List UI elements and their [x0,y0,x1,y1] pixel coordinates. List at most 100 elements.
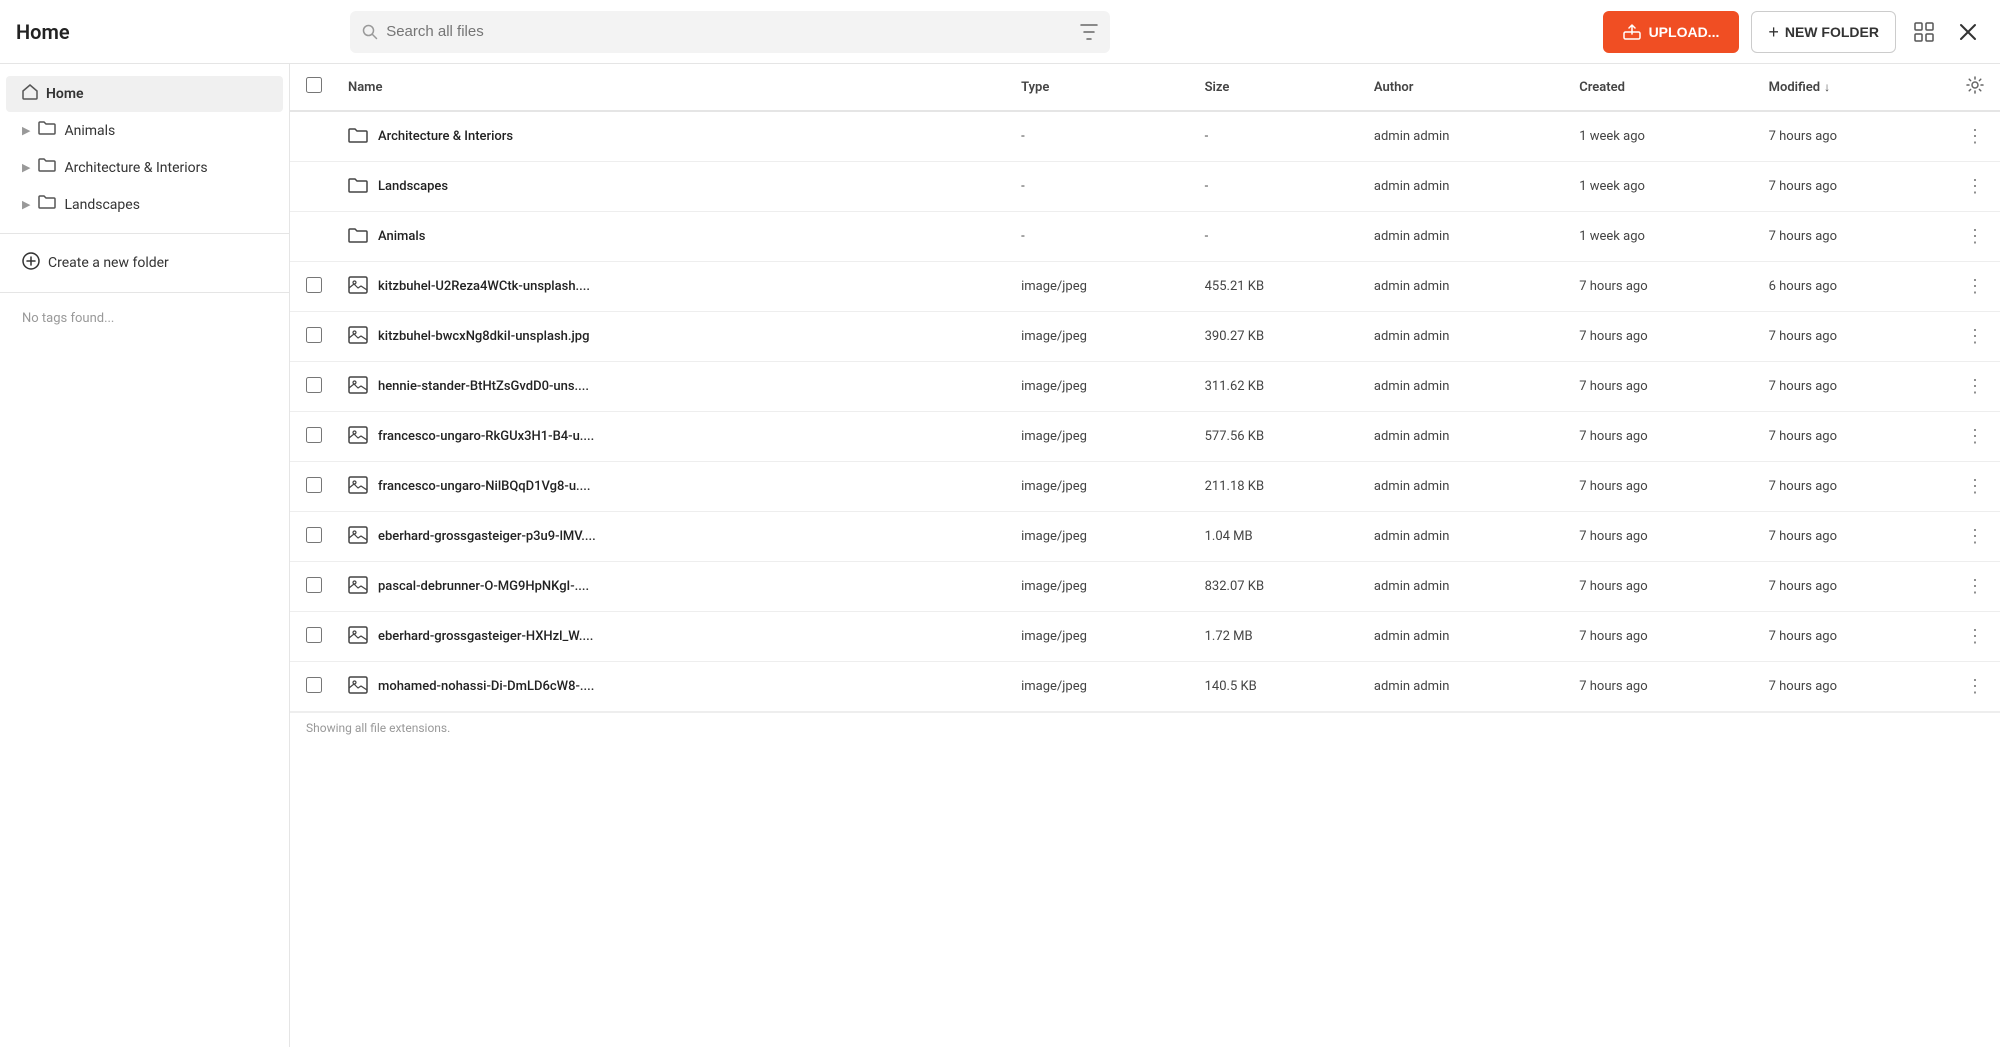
table-row[interactable]: eberhard-grossgasteiger-HXHzl_W.... imag… [290,612,2000,662]
row-name-cell: hennie-stander-BtHtZsGvdD0-uns.... [340,362,1013,412]
table-row[interactable]: francesco-ungaro-RkGUx3H1-B4-u.... image… [290,412,2000,462]
sidebar-item-landscapes[interactable]: ▶ Landscapes [6,186,283,223]
row-checkbox[interactable] [306,377,322,393]
create-folder-button[interactable]: Create a new folder [6,244,283,282]
row-created-cell: 7 hours ago [1571,512,1760,562]
modified-header[interactable]: Modified ↓ [1761,64,1950,111]
row-size-cell: 390.27 KB [1197,312,1366,362]
folder-name: Animals [378,229,425,244]
image-icon [348,326,368,348]
row-created-cell: 7 hours ago [1571,412,1760,462]
more-options-button[interactable]: ⋮ [1958,622,1992,651]
row-type-cell: image/jpeg [1013,612,1197,662]
row-size-cell: 455.21 KB [1197,262,1366,312]
row-created-cell: 7 hours ago [1571,312,1760,362]
row-more-cell: ⋮ [1950,412,2000,462]
sidebar-item-animals[interactable]: ▶ Animals [6,112,283,149]
search-input[interactable] [386,23,1072,40]
table-row[interactable]: francesco-ungaro-NilBQqD1Vg8-u.... image… [290,462,2000,512]
table-row[interactable]: Animals - - admin admin 1 week ago 7 hou… [290,212,2000,262]
table-row[interactable]: kitzbuhel-bwcxNg8dkiI-unsplash.jpg image… [290,312,2000,362]
row-modified-cell: 6 hours ago [1761,262,1950,312]
more-options-button[interactable]: ⋮ [1958,122,1992,151]
grid-view-button[interactable] [1908,16,1940,48]
sidebar-home-label: Home [46,86,84,102]
more-options-button[interactable]: ⋮ [1958,672,1992,701]
row-size-cell: - [1197,162,1366,212]
author-header: Author [1366,64,1571,111]
more-options-button[interactable]: ⋮ [1958,172,1992,201]
sidebar-item-home[interactable]: Home [6,76,283,112]
close-button[interactable] [1952,16,1984,48]
select-all-col [290,64,340,111]
row-checkbox[interactable] [306,577,322,593]
row-checkbox[interactable] [306,427,322,443]
table-row[interactable]: Landscapes - - admin admin 1 week ago 7 … [290,162,2000,212]
file-name: eberhard-grossgasteiger-HXHzl_W.... [378,629,593,644]
file-name: francesco-ungaro-NilBQqD1Vg8-u.... [378,479,591,494]
row-type-cell: - [1013,111,1197,162]
row-size-cell: 1.72 MB [1197,612,1366,662]
row-type-cell: image/jpeg [1013,312,1197,362]
table-row[interactable]: hennie-stander-BtHtZsGvdD0-uns.... image… [290,362,2000,412]
row-author-cell: admin admin [1366,212,1571,262]
more-options-button[interactable]: ⋮ [1958,272,1992,301]
more-options-button[interactable]: ⋮ [1958,572,1992,601]
modified-label: Modified [1769,80,1821,95]
row-select-cell [290,111,340,162]
row-type-cell: image/jpeg [1013,362,1197,412]
more-options-button[interactable]: ⋮ [1958,422,1992,451]
more-options-button[interactable]: ⋮ [1958,372,1992,401]
main-content: Name Type Size Author Created Modified ↓ [290,64,2000,1047]
new-folder-label: NEW FOLDER [1785,24,1879,40]
row-type-cell: image/jpeg [1013,262,1197,312]
row-created-cell: 7 hours ago [1571,662,1760,712]
home-icon [22,84,38,104]
row-select-cell [290,162,340,212]
row-checkbox[interactable] [306,277,322,293]
row-select-cell [290,612,340,662]
more-options-button[interactable]: ⋮ [1958,522,1992,551]
row-select-cell [290,212,340,262]
sidebar: Home ▶ Animals ▶ Architecture & Interior… [0,64,290,1047]
select-all-checkbox[interactable] [306,77,322,93]
table-row[interactable]: pascal-debrunner-O-MG9HpNKgI-.... image/… [290,562,2000,612]
header: Home UPLOAD... + NEW FOLDER [0,0,2000,64]
row-checkbox[interactable] [306,527,322,543]
sidebar-divider-2 [0,292,289,293]
table-row[interactable]: eberhard-grossgasteiger-p3u9-lMV.... ima… [290,512,2000,562]
row-modified-cell: 7 hours ago [1761,412,1950,462]
row-checkbox[interactable] [306,677,322,693]
row-more-cell: ⋮ [1950,462,2000,512]
row-size-cell: 577.56 KB [1197,412,1366,462]
row-author-cell: admin admin [1366,111,1571,162]
more-options-button[interactable]: ⋮ [1958,322,1992,351]
table-row[interactable]: kitzbuhel-U2Reza4WCtk-unsplash.... image… [290,262,2000,312]
settings-col [1950,64,2000,111]
row-checkbox[interactable] [306,627,322,643]
more-options-button[interactable]: ⋮ [1958,222,1992,251]
row-checkbox[interactable] [306,477,322,493]
row-author-cell: admin admin [1366,362,1571,412]
image-icon [348,276,368,298]
row-checkbox[interactable] [306,327,322,343]
row-name-cell: francesco-ungaro-RkGUx3H1-B4-u.... [340,412,1013,462]
table-row[interactable]: Architecture & Interiors - - admin admin… [290,111,2000,162]
created-header: Created [1571,64,1760,111]
table-row[interactable]: mohamed-nohassi-Di-DmLD6cW8-.... image/j… [290,662,2000,712]
row-size-cell: 140.5 KB [1197,662,1366,712]
type-header: Type [1013,64,1197,111]
row-created-cell: 7 hours ago [1571,562,1760,612]
sidebar-item-architecture[interactable]: ▶ Architecture & Interiors [6,149,283,186]
upload-button[interactable]: UPLOAD... [1603,11,1740,53]
row-more-cell: ⋮ [1950,162,2000,212]
filter-icon[interactable] [1080,24,1098,40]
new-folder-button[interactable]: + NEW FOLDER [1751,11,1896,53]
settings-icon[interactable] [1966,83,1984,98]
row-size-cell: - [1197,111,1366,162]
row-more-cell: ⋮ [1950,512,2000,562]
more-options-button[interactable]: ⋮ [1958,472,1992,501]
footer-status: Showing all file extensions. [290,712,2000,743]
upload-label: UPLOAD... [1649,24,1720,40]
size-header: Size [1197,64,1366,111]
